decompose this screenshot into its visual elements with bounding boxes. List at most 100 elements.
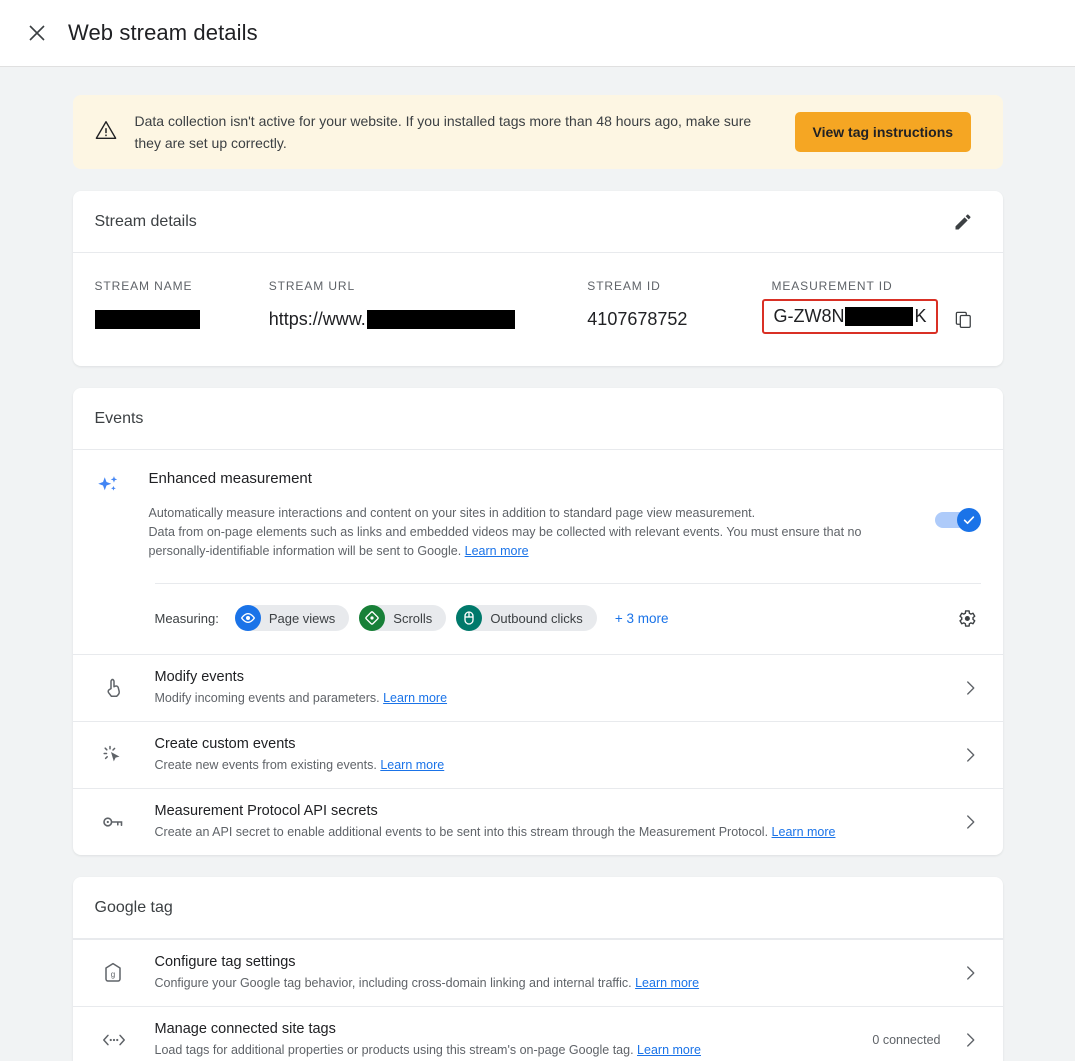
row-desc-text: Configure your Google tag behavior, incl…: [154, 976, 632, 990]
events-card: Events Enhanced measurement Automaticall…: [72, 388, 1003, 855]
row-manage-connected-site-tags[interactable]: Manage connected site tags Load tags for…: [72, 1006, 1003, 1061]
connected-count: 0 connected: [872, 1033, 941, 1047]
stream-url-text: https://www.: [268, 308, 366, 329]
pencil-edit-icon: [955, 214, 970, 229]
key-icon: [95, 810, 155, 834]
enhanced-measurement-learn-more-link[interactable]: Learn more: [465, 544, 529, 558]
sparkles-icon: [95, 470, 149, 561]
stream-details-grid: STREAM NAME STREAM URL https://www. STRE…: [73, 253, 1003, 366]
row-measurement-protocol-api-secrets[interactable]: Measurement Protocol API secrets Create …: [72, 788, 1003, 855]
page-content: Data collection isn't active for your we…: [0, 67, 1075, 1061]
google-tag-icon: g: [95, 961, 155, 985]
chevron-right-icon: [955, 1031, 985, 1049]
edit-stream-button[interactable]: [945, 204, 981, 240]
enhanced-measurement-description: Automatically measure interactions and c…: [149, 504, 874, 561]
enhanced-measurement-settings-button[interactable]: [949, 600, 985, 636]
row-desc-text: Create an API secret to enable additiona…: [154, 825, 769, 839]
enhanced-measurement-body: Enhanced measurement Automatically measu…: [149, 470, 935, 561]
data-collection-warning-banner: Data collection isn't active for your we…: [72, 95, 1003, 169]
stream-name-value: [94, 306, 269, 332]
scroll-diamond-icon: [359, 605, 386, 631]
stream-id-label: STREAM ID: [587, 279, 661, 293]
close-button[interactable]: [20, 16, 54, 50]
chip-page-views[interactable]: Page views: [234, 605, 350, 631]
toggle-knob: [956, 508, 981, 532]
row-description: Modify incoming events and parameters. L…: [155, 689, 941, 707]
measurement-id-value-row: G-ZW8N K: [762, 299, 980, 334]
measuring-row: Measuring: Page views Scrolls Outbound c…: [73, 584, 1003, 654]
banner-message: Data collection isn't active for your we…: [134, 113, 752, 151]
warning-triangle-icon: [95, 119, 117, 146]
chevron-right-icon: [955, 679, 985, 697]
em-desc-line1: Automatically measure interactions and c…: [148, 506, 756, 520]
stream-name-label: STREAM NAME: [94, 279, 193, 293]
row-title: Manage connected site tags: [154, 1021, 336, 1037]
chip-label: Outbound clicks: [490, 610, 583, 626]
row-description: Create new events from existing events. …: [155, 756, 941, 774]
tap-hand-icon: [95, 676, 155, 700]
chip-outbound-clicks[interactable]: Outbound clicks: [456, 605, 597, 631]
row-body: Modify events Modify incoming events and…: [155, 669, 955, 707]
row-desc-text: Create new events from existing events.: [154, 758, 377, 772]
row-body: Configure tag settings Configure your Go…: [155, 954, 955, 992]
events-title: Events: [94, 409, 144, 427]
google-tag-card: Google tag g Configure tag settings Conf…: [72, 877, 1003, 1061]
events-header: Events: [72, 388, 1003, 450]
svg-text:g: g: [110, 970, 114, 979]
redaction-bar: [94, 309, 200, 329]
stream-url-label: STREAM URL: [268, 279, 356, 293]
close-icon: [29, 25, 45, 41]
measurement-id-suffix: K: [914, 306, 927, 326]
row-title: Configure tag settings: [154, 954, 296, 970]
stream-details-card: Stream details STREAM NAME STREAM URL ht…: [72, 191, 1003, 366]
more-measurements-link[interactable]: + 3 more: [615, 611, 669, 626]
row-create-custom-events[interactable]: Create custom events Create new events f…: [72, 721, 1003, 788]
chip-label: Page views: [268, 610, 336, 626]
chip-label: Scrolls: [393, 610, 433, 626]
em-desc-line3: personally-identifiable information will…: [148, 544, 462, 558]
row-configure-tag-settings[interactable]: g Configure tag settings Configure your …: [72, 939, 1003, 1006]
view-tag-instructions-button[interactable]: View tag instructions: [794, 112, 972, 152]
copy-icon: [955, 311, 971, 328]
row-title: Measurement Protocol API secrets: [154, 803, 378, 819]
stream-url-field: STREAM URL https://www.: [269, 279, 588, 332]
enhanced-measurement-toggle[interactable]: [934, 508, 981, 532]
row-learn-more-link[interactable]: Learn more: [635, 976, 699, 990]
row-learn-more-link[interactable]: Learn more: [380, 758, 444, 772]
row-description: Configure your Google tag behavior, incl…: [155, 974, 941, 992]
code-brackets-icon: [95, 1028, 155, 1052]
redaction-bar: [366, 309, 515, 329]
row-learn-more-link[interactable]: Learn more: [637, 1043, 701, 1057]
cursor-sparkle-icon: [95, 743, 155, 767]
stream-id-field: STREAM ID 4107678752: [587, 279, 771, 332]
stream-id-value: 4107678752: [587, 308, 688, 329]
stream-url-value: https://www.: [269, 306, 588, 332]
row-title: Create custom events: [154, 736, 296, 752]
row-description: Create an API secret to enable additiona…: [155, 823, 941, 841]
enhanced-measurement-section: Enhanced measurement Automatically measu…: [73, 450, 1003, 561]
measuring-label: Measuring:: [154, 610, 219, 626]
chevron-right-icon: [955, 964, 985, 982]
measurement-id-prefix: G-ZW8N: [773, 306, 845, 326]
top-app-bar: Web stream details: [0, 0, 1075, 67]
row-desc-text: Modify incoming events and parameters.: [154, 691, 380, 705]
redaction-bar: [845, 307, 914, 326]
google-tag-header: Google tag: [72, 877, 1003, 939]
measurement-id-label: MEASUREMENT ID: [771, 279, 893, 293]
check-icon: [963, 516, 974, 525]
stream-details-title: Stream details: [94, 212, 197, 230]
gear-icon: [959, 609, 976, 627]
row-title: Modify events: [154, 669, 244, 685]
enhanced-measurement-title: Enhanced measurement: [148, 470, 312, 487]
google-tag-title: Google tag: [94, 898, 173, 916]
measurement-id-field: MEASUREMENT ID G-ZW8N K: [762, 279, 980, 334]
row-learn-more-link[interactable]: Learn more: [383, 691, 447, 705]
page-title: Web stream details: [68, 20, 258, 45]
copy-measurement-id-button[interactable]: [946, 302, 980, 336]
row-modify-events[interactable]: Modify events Modify incoming events and…: [72, 654, 1003, 721]
enhanced-measurement-toggle-wrap: [934, 470, 981, 561]
chip-scrolls[interactable]: Scrolls: [359, 605, 447, 631]
row-body: Manage connected site tags Load tags for…: [155, 1021, 873, 1059]
row-description: Load tags for additional properties or p…: [155, 1041, 859, 1059]
row-learn-more-link[interactable]: Learn more: [772, 825, 836, 839]
